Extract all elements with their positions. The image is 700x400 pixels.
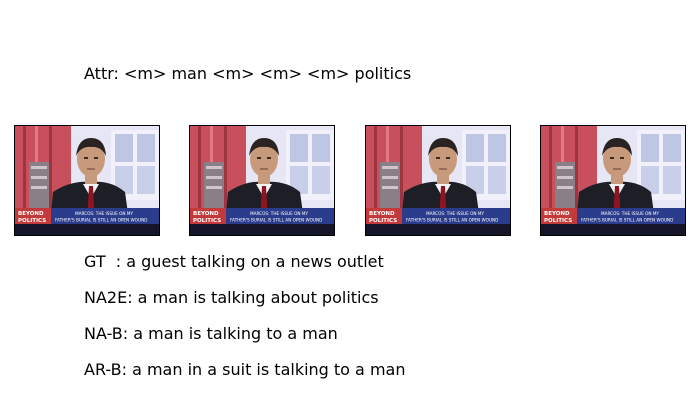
banner-caption-line2: FATHER'S BURIAL IS STILL AN OPEN WOUND bbox=[55, 218, 147, 223]
video-frame-2: BEYOND POLITICS MARCOS: THE ISSUE ON MY FAT… bbox=[189, 125, 335, 236]
banner-logo-line2: POLITICS bbox=[544, 218, 572, 224]
banner-logo-line1: BEYOND bbox=[544, 211, 570, 217]
frame-image: BEYONDPOLITICS MARCOS: THE ISSUE ON MY FAT… bbox=[366, 126, 510, 235]
caption-na-b: NA-B: a man is talking to a man bbox=[84, 324, 338, 343]
banner-caption-line2: FATHER'S BURIAL IS STILL AN OPEN WOUND bbox=[581, 218, 673, 223]
frame-image: BEYONDPOLITICS MARCOS: THE ISSUE ON MY FAT… bbox=[190, 126, 334, 235]
video-frame-4: BEYOND POLITICS MARCOS: THE ISSUE ON MY FAT… bbox=[540, 125, 686, 236]
banner-caption-line1: MARCOS: THE ISSUE ON MY bbox=[426, 211, 484, 216]
video-frames-row: BEYOND POLITICS MARCOS: THE ISSUE ON MY FAT… bbox=[0, 125, 700, 236]
caption-ar-b: AR-B: a man in a suit is talking to a ma… bbox=[84, 360, 406, 379]
banner-caption-line1: MARCOS: THE ISSUE ON MY bbox=[75, 211, 133, 216]
banner-caption-line1: MARCOS: THE ISSUE ON MY bbox=[601, 211, 659, 216]
frame-image: BEYONDPOLITICS MARCOS: THE ISSUE ON MY FAT… bbox=[541, 126, 685, 235]
caption-na2e: NA2E: a man is talking about politics bbox=[84, 288, 379, 307]
caption-gt: GT : a guest talking on a news outlet bbox=[84, 252, 384, 271]
banner-caption-line2: FATHER'S BURIAL IS STILL AN OPEN WOUND bbox=[230, 218, 322, 223]
video-frame-1: BEYOND POLITICS MARCOS: THE ISSUE ON MY FAT… bbox=[14, 125, 160, 236]
banner-logo-line1: BEYOND bbox=[369, 211, 395, 217]
video-frame-3: BEYOND POLITICS MARCOS: THE ISSUE ON MY FAT… bbox=[365, 125, 511, 236]
attribute-line: Attr: <m> man <m> <m> <m> politics bbox=[84, 64, 412, 83]
banner-caption-line2: FATHER'S BURIAL IS STILL AN OPEN WOUND bbox=[406, 218, 498, 223]
banner-logo-line2: POLITICS bbox=[193, 218, 221, 224]
banner-caption-line1: MARCOS: THE ISSUE ON MY bbox=[250, 211, 308, 216]
banner-logo-line2: POLITICS bbox=[18, 218, 46, 224]
banner-logo-line1: BEYOND bbox=[193, 211, 219, 217]
banner-logo-line2: POLITICS bbox=[369, 218, 397, 224]
frame-image: BEYONDPOLITICS MARCOS: THE ISSUE ON MY FAT… bbox=[15, 126, 159, 235]
banner-logo-line1: BEYOND bbox=[18, 211, 44, 217]
